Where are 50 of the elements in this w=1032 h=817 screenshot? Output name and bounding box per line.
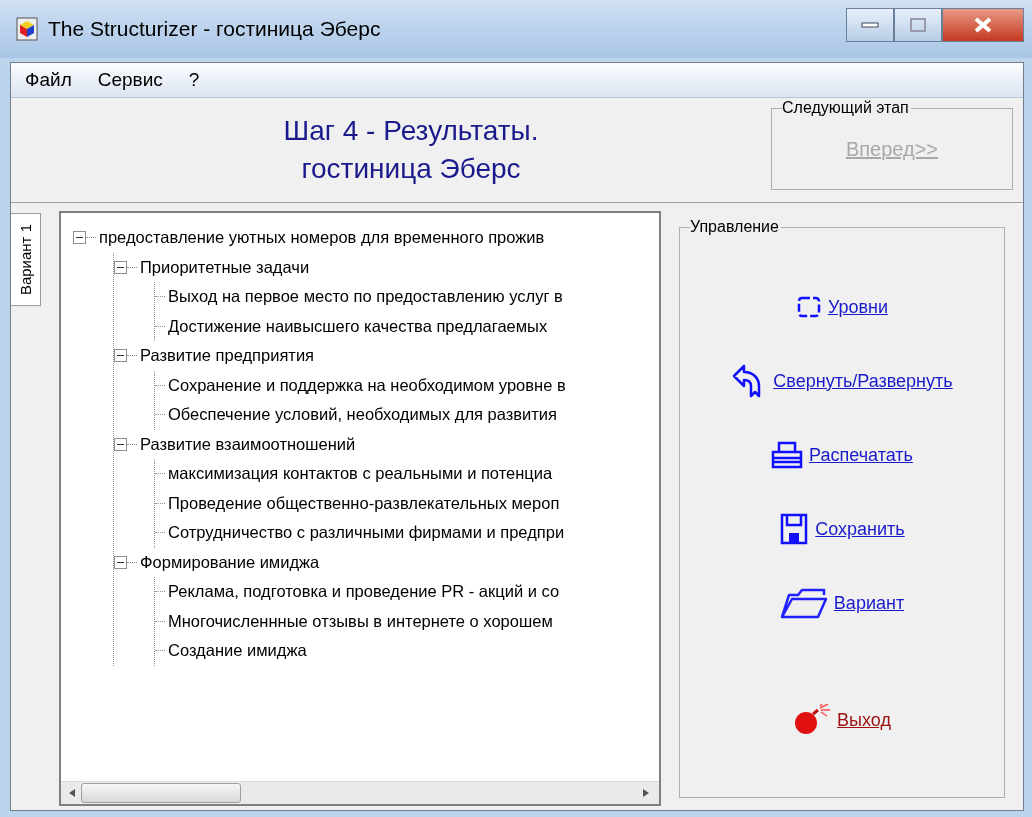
maximize-icon [910, 18, 926, 32]
collapse-toggle[interactable] [114, 555, 127, 569]
scroll-right-icon[interactable] [641, 788, 651, 798]
tree-item[interactable]: Сотрудничество с различными фирмами и предпри [168, 523, 565, 543]
scroll-left-icon[interactable] [67, 788, 77, 798]
tree-item[interactable]: Многочисленнные отзывы в интернете о хорошем [168, 611, 553, 631]
tree-item[interactable]: Сохранение и поддержка на необходимом уровне в [168, 375, 566, 395]
maximize-button[interactable] [894, 8, 942, 42]
variant-tab[interactable]: Вариант 1 [11, 213, 41, 307]
tree-item[interactable]: максимизация контактов с реальными и потенциа [168, 464, 553, 484]
action-link[interactable]: Распечатать [809, 444, 913, 466]
bomb-icon [793, 704, 832, 736]
scroll-thumb[interactable] [81, 783, 241, 803]
action-link[interactable]: Уровни [827, 296, 889, 318]
tree-item[interactable]: Проведение общественно-развлекательных мероп [168, 493, 560, 513]
floppy-disk-icon [779, 513, 810, 545]
action-link[interactable]: Выход [837, 709, 891, 731]
close-icon [974, 17, 992, 33]
collapse-toggle[interactable] [73, 231, 86, 245]
group-label: Следующий этап [782, 99, 911, 117]
tree-item[interactable]: Достижение наивысшего качества предлагаемых [168, 316, 548, 336]
group-label: Управление [690, 218, 781, 236]
tree-item[interactable]: Развитие взаимоотношений [140, 434, 356, 454]
tree-item[interactable]: предоставление уютных номеров для временного прожив [99, 228, 545, 248]
tree-item[interactable]: Реклама, подготовка и проведение PR - акций и со [168, 582, 560, 602]
tree-item[interactable]: Выход на первое место по предоставлению услуг в [168, 287, 563, 307]
collapse-toggle[interactable] [114, 437, 127, 451]
tree-item[interactable]: Приоритетные задачи [140, 257, 310, 277]
collapse-toggle[interactable] [114, 260, 127, 274]
minimize-icon [861, 22, 879, 28]
menu-item[interactable]: ? [188, 69, 200, 91]
app-icon [16, 17, 38, 41]
menu-item[interactable]: Файл [25, 69, 72, 91]
action-link[interactable]: Свернуть/Развернуть [773, 370, 953, 392]
tree-item[interactable]: Создание имиджа [168, 641, 307, 661]
minimize-button[interactable] [846, 8, 894, 42]
close-button[interactable] [942, 8, 1024, 42]
tree-item[interactable]: Обеспечение условий, необходимых для развития [168, 405, 557, 425]
action-link[interactable]: Сохранить [815, 518, 905, 540]
tree-item[interactable]: Развитие предприятия [140, 346, 315, 366]
action-link[interactable]: Вариант [833, 592, 905, 614]
menu-item[interactable]: Сервис [97, 69, 163, 91]
step-title: гостиница Эберс [301, 152, 521, 186]
step-title: Шаг 4 - Результаты. [283, 114, 539, 148]
printer-icon [771, 440, 804, 470]
folder-icon [779, 587, 828, 619]
dashed-frame-icon [795, 295, 822, 319]
collapse-toggle[interactable] [114, 349, 127, 363]
window-title: The Structurizer - гостиница Эберс [48, 17, 381, 41]
tree-item[interactable]: Формирование имиджа [140, 552, 320, 572]
